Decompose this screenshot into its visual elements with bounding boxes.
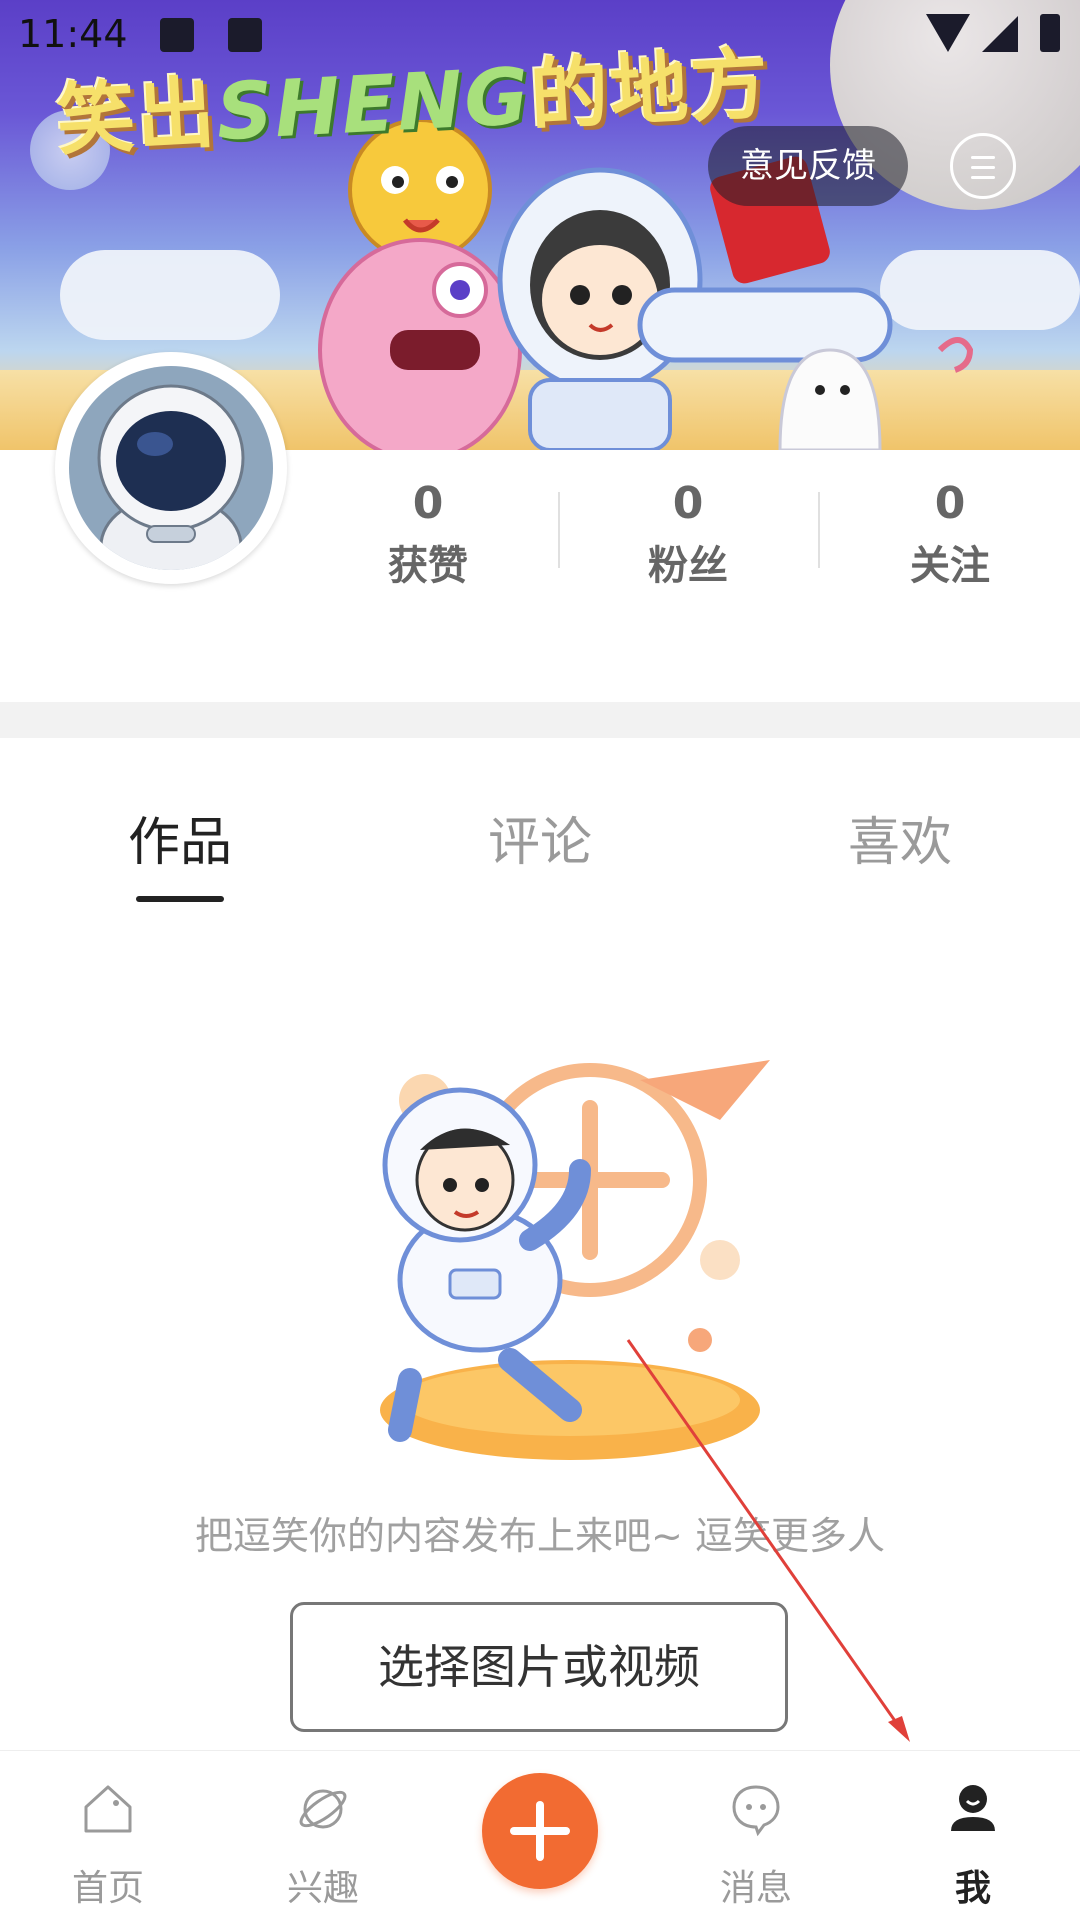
cloud-decoration [60, 250, 280, 340]
menu-icon-line [971, 166, 995, 169]
plus-icon [536, 1801, 544, 1861]
battery-icon [1040, 14, 1060, 52]
user-icon [951, 1785, 995, 1831]
active-tab-indicator [136, 896, 224, 902]
tab-likes[interactable]: 喜欢 [848, 800, 952, 875]
nav-messages-label: 消息 [719, 1868, 792, 1909]
stat-likes[interactable]: 0 获赞 [338, 478, 518, 591]
message-icon [732, 1785, 780, 1837]
stat-following[interactable]: 0 关注 [860, 478, 1040, 591]
empty-state-text: 把逗笑你的内容发布上来吧~ 逗笑更多人 [195, 1514, 885, 1558]
bottom-navigation: 首页 兴趣 消息 我 [0, 1750, 1080, 1921]
stat-following-label: 关注 [910, 543, 990, 589]
banner-title-part1: 笑出 [54, 68, 220, 167]
empty-state-illustration [380, 1060, 770, 1460]
tab-comments[interactable]: 评论 [488, 800, 592, 875]
stat-following-count: 0 [934, 478, 966, 529]
nav-home-label: 首页 [71, 1868, 144, 1909]
tab-works[interactable]: 作品 [128, 800, 232, 875]
stat-likes-label: 获赞 [388, 543, 468, 589]
cellular-signal-icon [982, 16, 1018, 52]
planet-icon [299, 1789, 347, 1829]
menu-icon-line [971, 176, 995, 179]
stat-fans-count: 0 [672, 478, 704, 529]
nav-home[interactable]: 首页 [28, 1751, 188, 1921]
menu-button[interactable] [950, 133, 1016, 199]
feedback-button[interactable]: 意见反馈 [708, 126, 908, 206]
nav-me[interactable]: 我 [893, 1751, 1053, 1921]
nav-interest-label: 兴趣 [286, 1868, 359, 1909]
status-bar: 11:44 [0, 0, 1080, 70]
stat-divider [818, 492, 820, 568]
gallery-notification-icon [160, 18, 194, 52]
select-media-button[interactable]: 选择图片或视频 [290, 1602, 788, 1732]
avatar-image [69, 366, 273, 570]
stat-fans[interactable]: 0 粉丝 [598, 478, 778, 591]
nav-interest[interactable]: 兴趣 [243, 1751, 403, 1921]
nav-me-label: 我 [954, 1868, 991, 1909]
stat-divider [558, 492, 560, 568]
avatar[interactable] [55, 352, 287, 584]
astronaut-avatar-icon [97, 384, 245, 570]
section-divider [0, 702, 1080, 738]
status-time: 11:44 [18, 12, 128, 56]
stat-likes-count: 0 [412, 478, 444, 529]
app-notification-icon [228, 18, 262, 52]
wifi-icon [926, 14, 970, 52]
menu-icon-line [971, 156, 995, 159]
stat-fans-label: 粉丝 [648, 543, 728, 589]
publish-plus-button[interactable] [482, 1773, 598, 1889]
home-icon [84, 1785, 132, 1833]
nav-messages[interactable]: 消息 [676, 1751, 836, 1921]
